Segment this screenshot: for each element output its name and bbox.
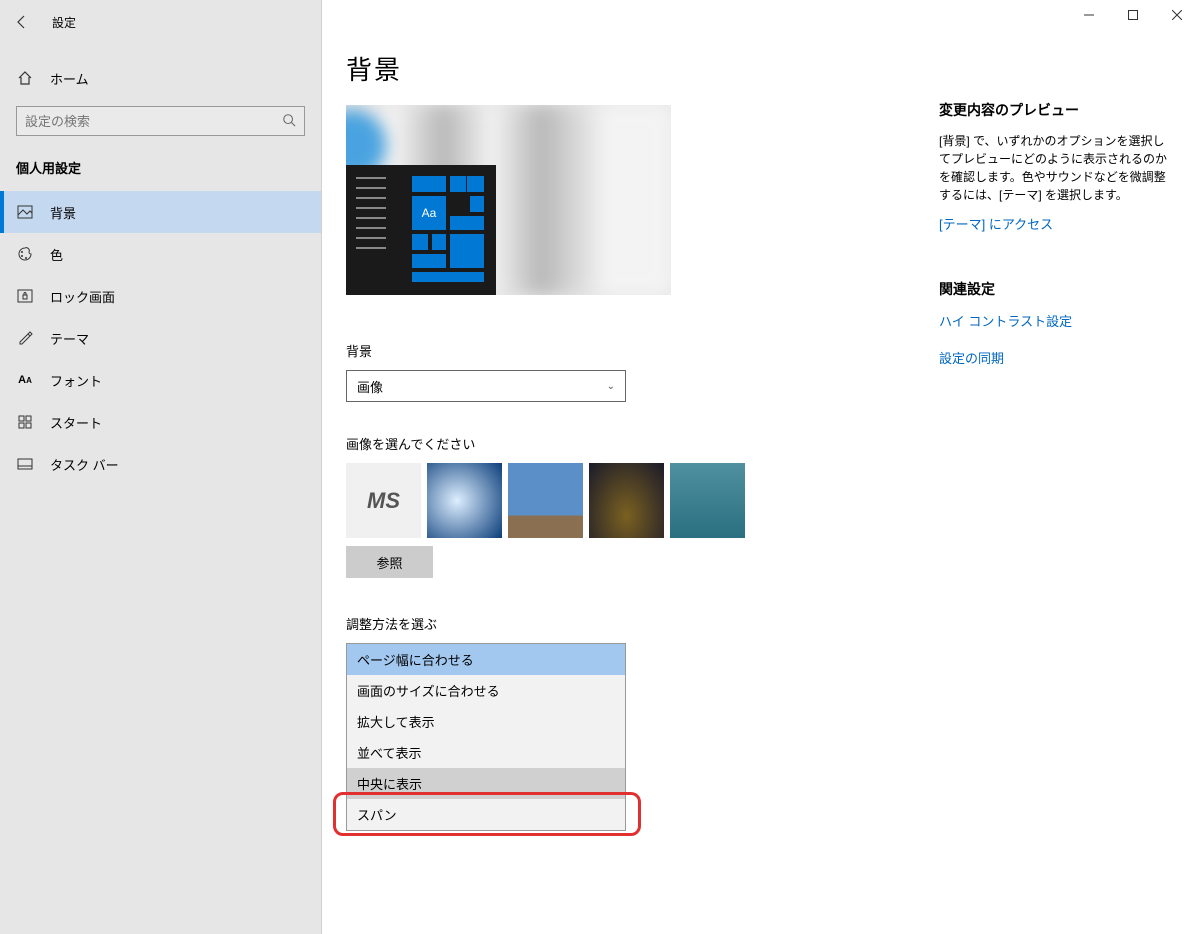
search-icon bbox=[282, 113, 296, 130]
background-type-label: 背景 bbox=[346, 341, 926, 360]
nav-item-label: テーマ bbox=[50, 329, 89, 348]
window-controls bbox=[1067, 0, 1199, 30]
nav-item-label: 背景 bbox=[50, 203, 76, 222]
chevron-down-icon: ⌄ bbox=[607, 381, 615, 392]
close-button[interactable] bbox=[1155, 0, 1199, 30]
minimize-button[interactable] bbox=[1067, 0, 1111, 30]
fit-label: 調整方法を選ぶ bbox=[346, 614, 926, 633]
nav-item-start[interactable]: スタート bbox=[0, 401, 321, 443]
picture-icon bbox=[16, 203, 34, 221]
sidebar: 設定 ホーム 個人用設定 背景 色 ロック画面 テーマ bbox=[0, 0, 322, 934]
fit-option[interactable]: ページ幅に合わせる bbox=[347, 644, 625, 675]
browse-button[interactable]: 参照 bbox=[346, 546, 433, 578]
nav-item-lockscreen[interactable]: ロック画面 bbox=[0, 275, 321, 317]
fit-option[interactable]: スパン bbox=[347, 799, 625, 830]
section-label: 個人用設定 bbox=[0, 136, 321, 191]
choose-image-label: 画像を選んでください bbox=[346, 434, 926, 453]
fit-listbox[interactable]: ページ幅に合わせる 画面のサイズに合わせる 拡大して表示 並べて表示 中央に表示… bbox=[346, 643, 626, 831]
nav-item-background[interactable]: 背景 bbox=[0, 191, 321, 233]
high-contrast-link[interactable]: ハイ コントラスト設定 bbox=[939, 311, 1169, 330]
nav-item-taskbar[interactable]: タスク バー bbox=[0, 443, 321, 485]
app-title: 設定 bbox=[52, 14, 76, 31]
back-button[interactable] bbox=[10, 10, 34, 34]
preview-info-heading: 変更内容のプレビュー bbox=[939, 100, 1169, 120]
home-button[interactable]: ホーム bbox=[0, 58, 321, 98]
dropdown-selected: 画像 bbox=[357, 377, 383, 396]
nav-item-label: スタート bbox=[50, 413, 102, 432]
search-box[interactable] bbox=[16, 106, 305, 136]
image-thumb[interactable] bbox=[427, 463, 502, 538]
background-preview: Aa bbox=[346, 105, 671, 295]
sync-settings-link[interactable]: 設定の同期 bbox=[939, 348, 1169, 367]
image-thumb[interactable]: MS bbox=[346, 463, 421, 538]
themes-link[interactable]: [テーマ] にアクセス bbox=[939, 214, 1169, 233]
search-input[interactable] bbox=[25, 114, 282, 129]
page-title: 背景 bbox=[346, 50, 926, 87]
nav-item-colors[interactable]: 色 bbox=[0, 233, 321, 275]
home-icon bbox=[16, 69, 34, 87]
nav-item-themes[interactable]: テーマ bbox=[0, 317, 321, 359]
image-thumb[interactable] bbox=[589, 463, 664, 538]
search-wrap bbox=[0, 98, 321, 136]
nav-item-label: フォント bbox=[50, 371, 102, 390]
preview-sample-tile: Aa bbox=[411, 195, 447, 231]
image-thumb[interactable] bbox=[670, 463, 745, 538]
fit-option[interactable]: 並べて表示 bbox=[347, 737, 625, 768]
font-icon: AA bbox=[16, 371, 34, 389]
fit-option[interactable]: 画面のサイズに合わせる bbox=[347, 675, 625, 706]
background-type-dropdown[interactable]: 画像 ⌄ bbox=[346, 370, 626, 402]
nav-item-label: ロック画面 bbox=[50, 287, 115, 306]
nav-list: 背景 色 ロック画面 テーマ AA フォント スタート タスク バー bbox=[0, 191, 321, 485]
nav-item-label: 色 bbox=[50, 245, 63, 264]
fit-option[interactable]: 中央に表示 bbox=[347, 768, 625, 799]
titlebar-left: 設定 bbox=[0, 0, 321, 44]
fit-option[interactable]: 拡大して表示 bbox=[347, 706, 625, 737]
image-thumb[interactable] bbox=[508, 463, 583, 538]
taskbar-icon bbox=[16, 455, 34, 473]
maximize-button[interactable] bbox=[1111, 0, 1155, 30]
start-icon bbox=[16, 413, 34, 431]
info-pane: 変更内容のプレビュー [背景] で、いずれかのオプションを選択してプレビューにど… bbox=[939, 100, 1169, 367]
image-thumbnails: MS bbox=[346, 463, 926, 538]
lockscreen-icon bbox=[16, 287, 34, 305]
home-label: ホーム bbox=[50, 69, 89, 88]
palette-icon bbox=[16, 245, 34, 263]
theme-icon bbox=[16, 329, 34, 347]
preview-info-text: [背景] で、いずれかのオプションを選択してプレビューにどのように表示されるのか… bbox=[939, 132, 1169, 204]
related-heading: 関連設定 bbox=[939, 279, 1169, 299]
main-content: 背景 Aa bbox=[322, 0, 1199, 934]
nav-item-fonts[interactable]: AA フォント bbox=[0, 359, 321, 401]
back-icon bbox=[14, 14, 30, 30]
nav-item-label: タスク バー bbox=[50, 455, 119, 474]
